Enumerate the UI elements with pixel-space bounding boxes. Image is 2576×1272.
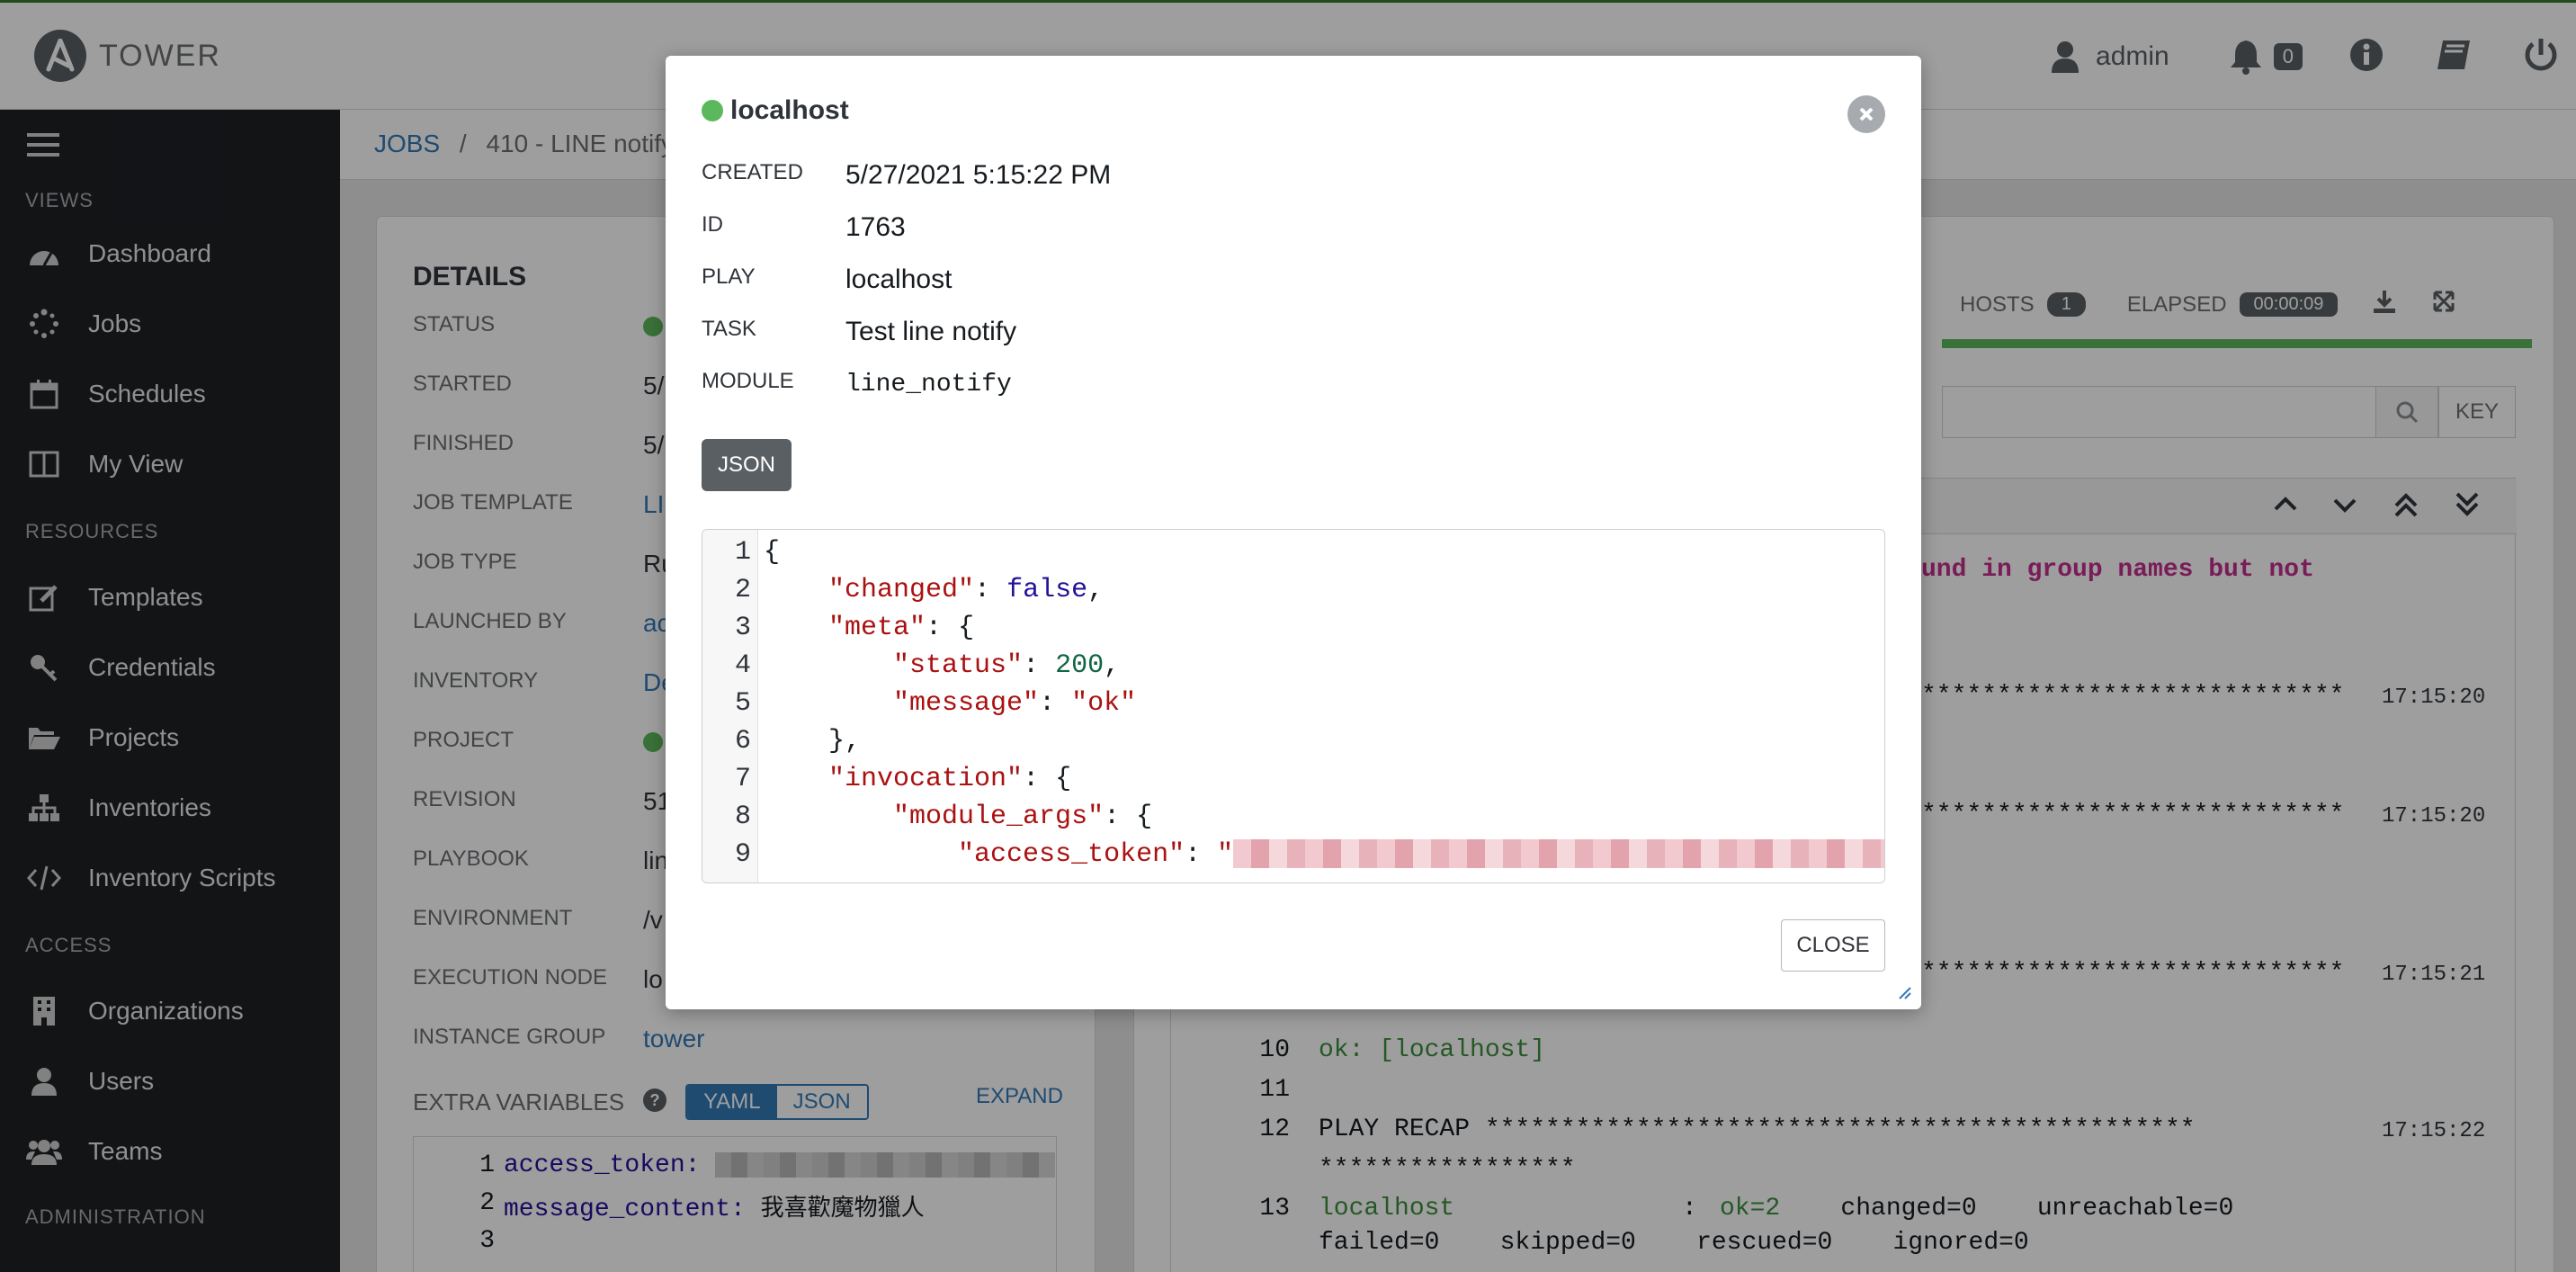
field-label-task: TASK [702, 317, 756, 341]
field-label-created: CREATED [702, 160, 803, 184]
close-button[interactable]: CLOSE [1781, 919, 1885, 972]
field-label-id: ID [702, 212, 723, 237]
redacted-token [1233, 839, 1884, 869]
field-value-play: localhost [845, 264, 953, 294]
json-tab-button[interactable]: JSON [702, 439, 792, 491]
field-value-created: 5/27/2021 5:15:22 PM [845, 160, 1112, 190]
resize-handle-icon[interactable] [1898, 986, 1912, 1005]
field-label-module: MODULE [702, 369, 794, 393]
json-code-viewer[interactable]: 1{ 2 "changed": false, 3 "meta": { 4 "st… [702, 529, 1885, 883]
modal-host-name: localhost [730, 95, 849, 125]
field-value-task: Test line notify [845, 317, 1017, 346]
field-value-id: 1763 [845, 212, 906, 242]
host-event-modal: localhost CREATED 5/27/2021 5:15:22 PM I… [666, 56, 1921, 1009]
host-status-dot-icon [702, 100, 723, 121]
close-icon [1859, 107, 1874, 121]
modal-title: localhost [702, 95, 849, 126]
modal-close-icon-button[interactable] [1847, 95, 1885, 133]
field-value-module: line_notify [845, 371, 1012, 399]
field-label-play: PLAY [702, 264, 756, 289]
